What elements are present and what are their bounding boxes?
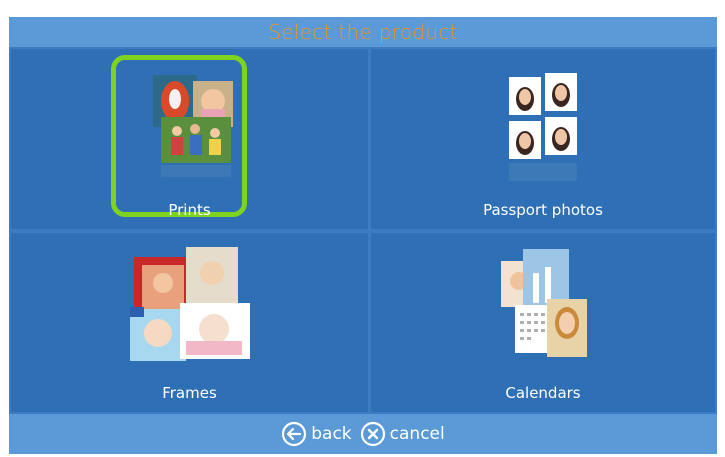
back-button[interactable]: back — [281, 421, 352, 447]
product-tile-frames[interactable]: Frames — [11, 233, 368, 412]
passport-photos-icon — [509, 73, 577, 181]
product-selection-panel: Select the product Prints Passport photo… — [9, 17, 717, 454]
tile-label-prints: Prints — [168, 201, 211, 219]
cancel-button[interactable]: cancel — [360, 421, 445, 447]
arrow-left-circle-icon — [282, 421, 307, 447]
frames-collage-icon — [129, 247, 250, 361]
back-label: back — [311, 424, 352, 444]
tile-label-passport-photos: Passport photos — [483, 201, 603, 219]
prints-collage-icon — [152, 75, 233, 177]
close-circle-icon — [360, 421, 385, 447]
product-grid: Prints Passport photos Frames Calendars — [9, 47, 717, 414]
product-tile-prints[interactable]: Prints — [11, 49, 368, 229]
page-title: Select the product — [9, 17, 717, 47]
footer-bar: back cancel — [9, 414, 717, 454]
tile-label-calendars: Calendars — [505, 384, 581, 402]
product-tile-passport-photos[interactable]: Passport photos — [371, 49, 715, 229]
tile-label-frames: Frames — [162, 384, 217, 402]
calendars-icon — [501, 249, 587, 357]
app-window: Select the product Prints Passport photo… — [0, 0, 725, 457]
cancel-label: cancel — [389, 424, 445, 444]
product-tile-calendars[interactable]: Calendars — [371, 233, 715, 412]
